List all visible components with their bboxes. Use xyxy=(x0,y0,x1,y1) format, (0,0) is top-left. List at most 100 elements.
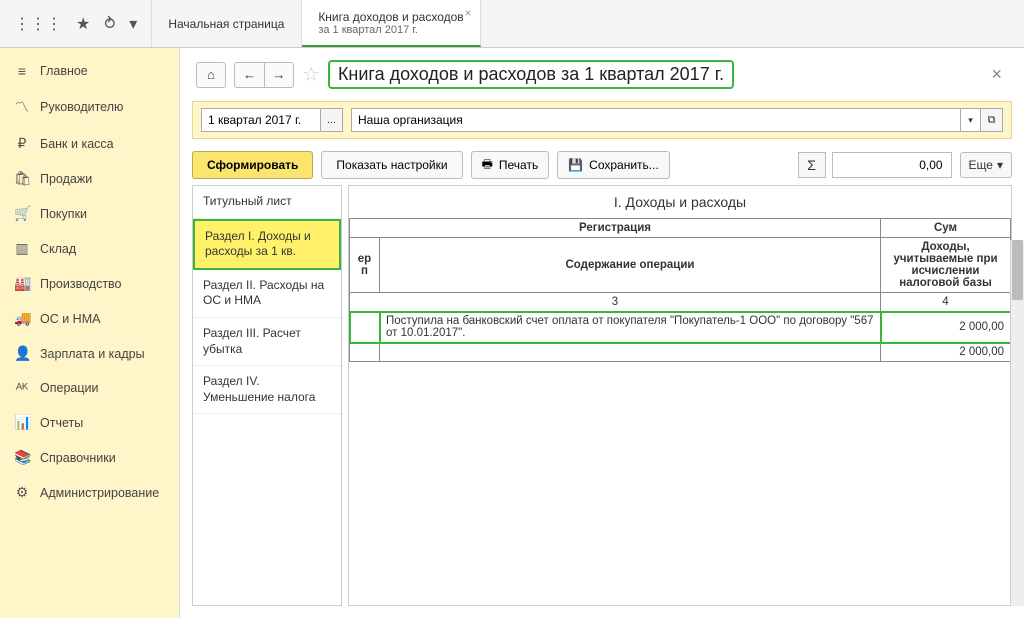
scrollbar-vertical[interactable] xyxy=(1010,240,1024,606)
org-input[interactable] xyxy=(351,108,961,132)
sigma-icon: Σ xyxy=(798,152,826,178)
content: ⌂ ← → ☆ Книга доходов и расходов за 1 кв… xyxy=(180,48,1024,618)
col-content: Содержание операции xyxy=(380,238,881,293)
sidebar-icon: 🛍 xyxy=(14,170,30,187)
col-num-4: 4 xyxy=(881,293,1011,312)
top-icon-group: ⋮⋮⋮ ★ ⥁ ▾ xyxy=(0,0,152,47)
star-icon[interactable]: ★ xyxy=(76,14,90,34)
sidebar-label: Справочники xyxy=(40,451,116,465)
report-heading: I. Доходы и расходы xyxy=(349,194,1011,210)
forward-button[interactable]: → xyxy=(264,62,294,88)
sidebar-item[interactable]: 🏭 Производство xyxy=(0,266,179,301)
sidebar-item[interactable]: 〽 Руководителю xyxy=(0,88,179,126)
main: ≡ Главное 〽 Руководителю ₽Банк и касса 🛍 Прода… xyxy=(0,48,1024,618)
table-row-total: 2 000,00 xyxy=(350,343,1011,362)
sidebar-item[interactable]: 📊 Отчеты xyxy=(0,405,179,440)
sum-group: Σ xyxy=(798,152,952,178)
section-item[interactable]: Титульный лист xyxy=(193,186,341,219)
history-icon[interactable]: ⥁ xyxy=(104,14,115,34)
sidebar-item[interactable]: 🚚 ОС и НМА xyxy=(0,301,179,336)
sidebar-label: Производство xyxy=(40,277,122,291)
save-icon: 💾 xyxy=(568,158,583,172)
print-label: Печать xyxy=(499,158,538,172)
period-field: ... xyxy=(201,108,343,132)
page-title: Книга доходов и расходов за 1 квартал 20… xyxy=(328,60,734,89)
sidebar-icon: 📚 xyxy=(14,449,30,466)
tab-home[interactable]: Начальная страница xyxy=(152,0,302,47)
sidebar-label: Операции xyxy=(40,381,98,395)
sidebar-item[interactable]: ᴬᴷОперации xyxy=(0,371,179,405)
tab-active[interactable]: Книга доходов и расходов за 1 квартал 20… xyxy=(302,0,480,47)
sidebar-label: Отчеты xyxy=(40,416,83,430)
more-button[interactable]: Еще ▾ xyxy=(960,152,1012,178)
report-table: Регистрация Сум ер п Содержание операции… xyxy=(349,218,1011,362)
sidebar-icon: 👤 xyxy=(14,345,30,362)
sidebar-item[interactable]: 🛒 Покупки xyxy=(0,196,179,231)
sidebar-label: Главное xyxy=(40,64,88,78)
section-item[interactable]: Раздел IV. Уменьшение налога xyxy=(193,366,341,414)
sidebar-label: ОС и НМА xyxy=(40,312,100,326)
sidebar-icon: ▥ xyxy=(14,240,30,257)
close-button[interactable]: × xyxy=(991,64,1008,85)
section-item[interactable]: Раздел I. Доходы и расходы за 1 кв. xyxy=(193,219,341,270)
top-bar: ⋮⋮⋮ ★ ⥁ ▾ Начальная страница Книга доход… xyxy=(0,0,1024,48)
sidebar-icon: 🏭 xyxy=(14,275,30,292)
sidebar-label: Администрирование xyxy=(40,486,159,500)
sidebar-item[interactable]: ≡ Главное xyxy=(0,54,179,88)
org-dropdown-button[interactable]: ▾ xyxy=(961,108,981,132)
sidebar-item[interactable]: ⚙Администрирование xyxy=(0,475,179,510)
sidebar-item[interactable]: ₽Банк и касса xyxy=(0,126,179,161)
tab-label: Начальная страница xyxy=(168,17,285,31)
back-button[interactable]: ← xyxy=(234,62,264,88)
tab-label-line1: Книга доходов и расходов xyxy=(318,10,463,24)
print-button[interactable]: 🖶 Печать xyxy=(471,151,550,179)
sections-list: Титульный листРаздел I. Доходы и расходы… xyxy=(192,185,342,606)
more-label: Еще xyxy=(969,158,993,172)
sum-input[interactable] xyxy=(832,152,952,178)
section-item[interactable]: Раздел II. Расходы на ОС и НМА xyxy=(193,270,341,318)
save-button[interactable]: 💾 Сохранить... xyxy=(557,151,670,179)
chevron-down-icon: ▾ xyxy=(997,158,1003,172)
tabs: Начальная страница Книга доходов и расхо… xyxy=(152,0,1024,47)
home-button[interactable]: ⌂ xyxy=(196,62,226,88)
title-row: ⌂ ← → ☆ Книга доходов и расходов за 1 кв… xyxy=(180,48,1024,95)
col-np: ер п xyxy=(350,238,380,293)
favorite-icon[interactable]: ☆ xyxy=(302,62,320,87)
sidebar-item[interactable]: ▥Склад xyxy=(0,231,179,266)
generate-button[interactable]: Сформировать xyxy=(192,151,313,179)
save-label: Сохранить... xyxy=(589,158,659,172)
col-sum: Сум xyxy=(881,219,1011,238)
sidebar-icon: 〽 xyxy=(14,97,30,117)
sidebar-icon: 📊 xyxy=(14,414,30,431)
dropdown-icon[interactable]: ▾ xyxy=(129,14,137,34)
sidebar-icon: 🛒 xyxy=(14,205,30,222)
sidebar: ≡ Главное 〽 Руководителю ₽Банк и касса 🛍 Прода… xyxy=(0,48,180,618)
settings-button[interactable]: Показать настройки xyxy=(321,151,462,179)
sidebar-icon: 🚚 xyxy=(14,310,30,327)
scrollbar-thumb[interactable] xyxy=(1012,240,1023,300)
total-sum: 2 000,00 xyxy=(881,343,1011,362)
table-row[interactable]: Поступила на банковский счет оплата от п… xyxy=(350,312,1011,343)
col-num-3: 3 xyxy=(350,293,881,312)
sidebar-item[interactable]: 🛍 Продажи xyxy=(0,161,179,196)
toolbar: Сформировать Показать настройки 🖶 Печать… xyxy=(180,145,1024,185)
sidebar-item[interactable]: 👤 Зарплата и кадры xyxy=(0,336,179,371)
filter-row: ... ▾ ⧉ xyxy=(192,101,1012,139)
sidebar-icon: ≡ xyxy=(14,63,30,79)
tab-close-icon[interactable]: × xyxy=(465,6,472,20)
section-item[interactable]: Раздел III. Расчет убытка xyxy=(193,318,341,366)
period-input[interactable] xyxy=(201,108,321,132)
print-icon: 🖶 xyxy=(482,155,493,176)
period-picker-button[interactable]: ... xyxy=(321,108,343,132)
nav-group: ← → xyxy=(234,62,294,88)
row-content: Поступила на банковский счет оплата от п… xyxy=(380,312,881,343)
sidebar-label: Зарплата и кадры xyxy=(40,347,145,361)
org-open-button[interactable]: ⧉ xyxy=(981,108,1003,132)
report-area[interactable]: I. Доходы и расходы Регистрация Сум ер п… xyxy=(348,185,1012,606)
apps-icon[interactable]: ⋮⋮⋮ xyxy=(14,14,62,34)
sidebar-label: Руководителю xyxy=(40,100,123,114)
sidebar-label: Продажи xyxy=(40,172,92,186)
sidebar-item[interactable]: 📚 Справочники xyxy=(0,440,179,475)
row-sum: 2 000,00 xyxy=(881,312,1011,343)
sidebar-label: Покупки xyxy=(40,207,87,221)
